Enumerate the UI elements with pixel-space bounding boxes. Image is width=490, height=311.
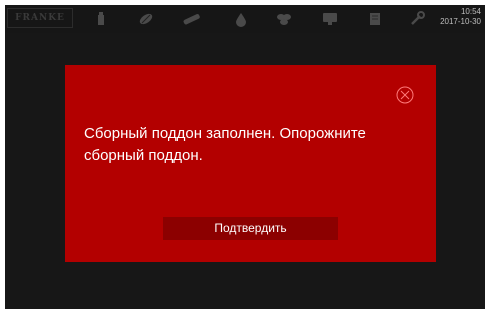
milk-icon[interactable]: [182, 10, 200, 28]
drop-icon[interactable]: [232, 10, 250, 28]
clock-date: 2017-10-30: [440, 17, 481, 26]
dialog-message: Сборный поддон заполнен. Опорожните сбор…: [84, 125, 366, 164]
clock-time: 10:54: [460, 7, 481, 16]
confirm-button[interactable]: Подтвердить: [163, 217, 338, 240]
wrench-icon[interactable]: [408, 10, 426, 28]
clock: 10:54 2017-10-30: [440, 7, 481, 27]
cleaning-icon[interactable]: [137, 10, 155, 28]
book-icon[interactable]: [366, 10, 384, 28]
screen: FRANKE 10:54 2017-10-30 Сборный поддон з…: [5, 5, 485, 309]
display-icon[interactable]: [321, 10, 339, 28]
franke-logo: FRANKE: [7, 8, 73, 28]
beverage-icon[interactable]: [92, 10, 110, 28]
close-icon[interactable]: [395, 85, 415, 105]
beans-icon[interactable]: [275, 10, 293, 28]
alert-dialog: Сборный поддон заполнен. Опорожните сбор…: [65, 65, 436, 262]
top-bar: FRANKE 10:54 2017-10-30: [5, 5, 485, 33]
